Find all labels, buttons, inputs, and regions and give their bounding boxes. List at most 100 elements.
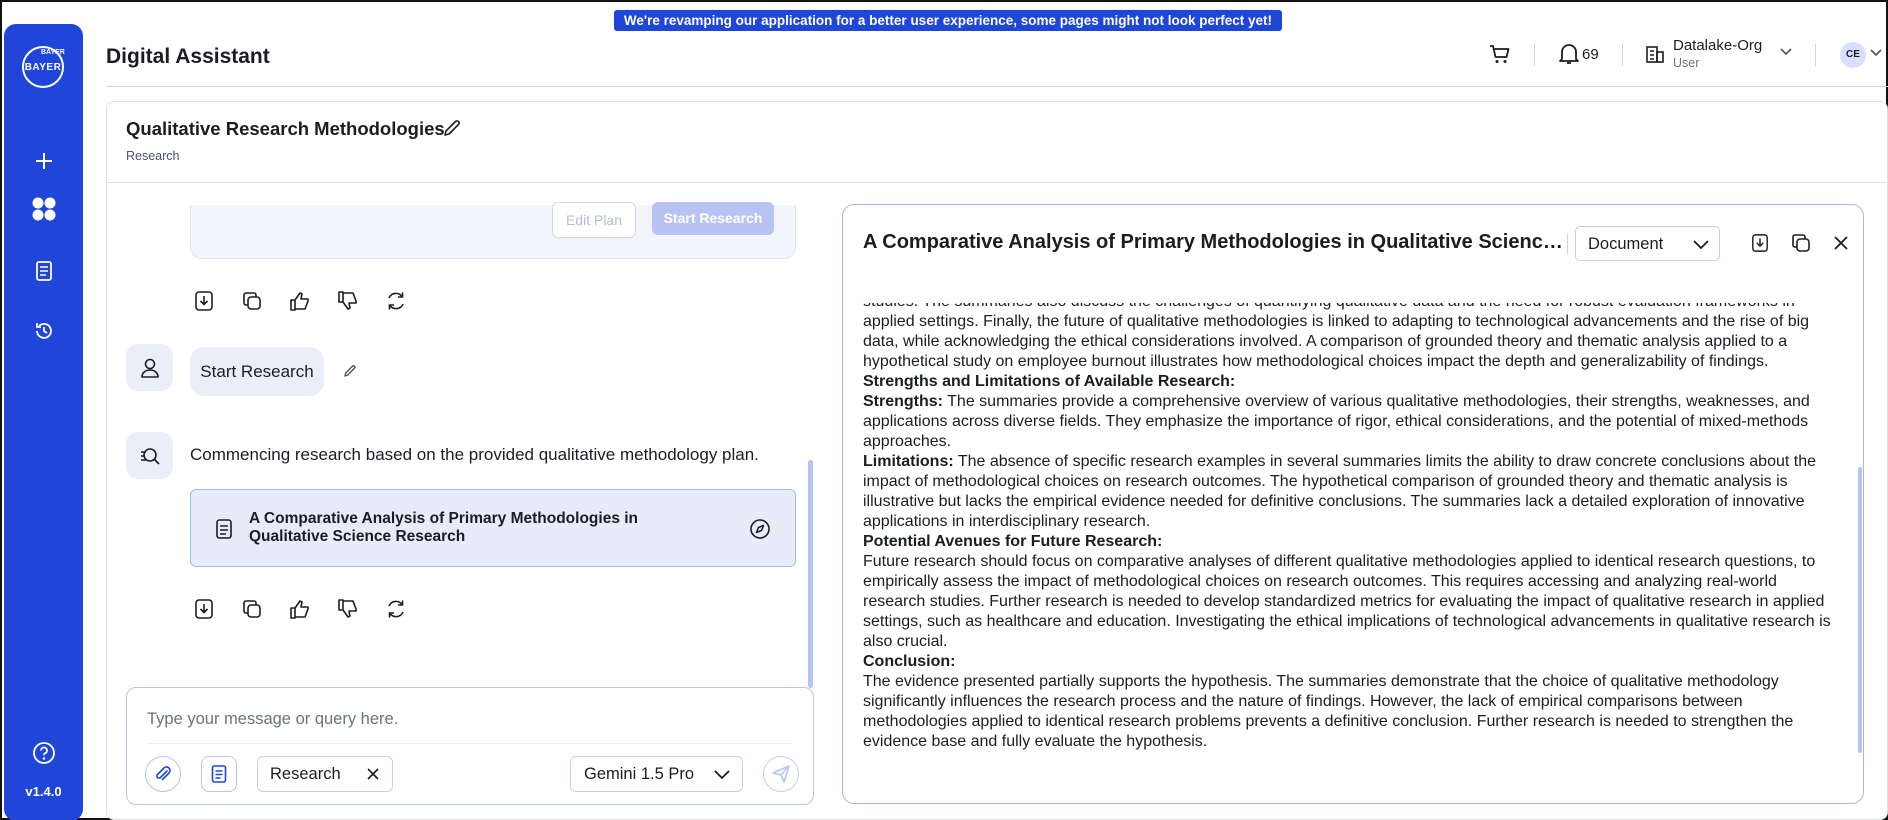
thumbs-up-button[interactable] xyxy=(288,289,312,313)
documents-button[interactable] xyxy=(31,258,57,284)
apps-grid-icon xyxy=(32,197,56,221)
message-composer: Research Gemini 1.5 Pro xyxy=(126,687,814,805)
copy-icon xyxy=(243,292,261,310)
conversation-title: Qualitative Research Methodologies xyxy=(126,118,445,139)
help-button[interactable] xyxy=(31,740,57,766)
thumbs-up-icon xyxy=(290,600,309,619)
announcement-banner: We're revamping our application for a be… xyxy=(614,10,1282,31)
download-button[interactable] xyxy=(192,597,216,621)
refresh-icon xyxy=(388,292,404,310)
copy-icon xyxy=(1792,234,1810,252)
close-icon xyxy=(1834,236,1848,250)
pencil-icon xyxy=(344,365,356,377)
cart-button[interactable] xyxy=(1488,42,1512,66)
limitations-label: Limitations: xyxy=(863,453,954,470)
close-panel-button[interactable] xyxy=(1833,235,1849,251)
notification-count: 69 xyxy=(1582,46,1599,63)
view-mode-value: Document xyxy=(1588,235,1664,253)
org-name[interactable]: Datalake-Org xyxy=(1673,37,1762,54)
bell-icon xyxy=(1559,44,1579,64)
toolbar-divider xyxy=(1567,233,1568,255)
app-version: v1.4.0 xyxy=(25,784,62,799)
copy-button[interactable] xyxy=(240,289,264,313)
copy-button[interactable] xyxy=(240,597,264,621)
header-divider xyxy=(1622,44,1623,66)
message-input[interactable] xyxy=(147,710,787,729)
section-heading: Potential Avenues for Future Research: xyxy=(863,533,1163,550)
document-title: A Comparative Analysis of Primary Method… xyxy=(863,231,1563,253)
model-select[interactable]: Gemini 1.5 Pro xyxy=(570,756,743,792)
thumbs-down-icon xyxy=(338,599,357,618)
strengths-label: Strengths: xyxy=(863,393,943,410)
download-document-button[interactable] xyxy=(1751,233,1769,253)
document-picker-button[interactable] xyxy=(201,756,237,792)
edit-title-button[interactable] xyxy=(442,118,462,138)
notifications-button[interactable] xyxy=(1558,42,1580,66)
mode-chip[interactable]: Research xyxy=(257,756,393,792)
limitations-text: The absence of specific research example… xyxy=(863,453,1817,530)
header-divider xyxy=(1815,44,1816,66)
history-button[interactable] xyxy=(31,318,57,344)
user-icon xyxy=(140,358,159,378)
bayer-logo[interactable]: BAYER BAYER xyxy=(22,46,65,88)
copy-document-button[interactable] xyxy=(1791,233,1811,253)
send-icon xyxy=(772,765,790,783)
document-paragraph: Strengths: The summaries provide a compr… xyxy=(863,392,1843,452)
thumbs-down-button[interactable] xyxy=(336,289,360,313)
document-icon xyxy=(215,519,233,539)
refresh-icon xyxy=(388,600,404,618)
document-heading: Strengths and Limitations of Available R… xyxy=(863,372,1843,392)
new-chat-button[interactable] xyxy=(31,148,57,174)
document-card[interactable]: A Comparative Analysis of Primary Method… xyxy=(190,489,796,567)
section-heading: Conclusion: xyxy=(863,653,956,670)
start-research-button[interactable]: Start Research xyxy=(652,202,774,235)
model-select-value: Gemini 1.5 Pro xyxy=(584,765,695,783)
view-mode-select[interactable]: Document xyxy=(1575,226,1720,261)
chevron-down-icon[interactable] xyxy=(1869,48,1883,58)
header-divider xyxy=(1534,44,1535,66)
help-icon xyxy=(33,742,55,764)
org-role: User xyxy=(1673,56,1700,70)
edit-plan-button[interactable]: Edit Plan xyxy=(552,202,636,238)
document-paragraph: Future research should focus on comparat… xyxy=(863,553,1831,650)
user-message-avatar xyxy=(126,344,173,391)
thumbs-down-button[interactable] xyxy=(336,597,360,621)
thumbs-up-button[interactable] xyxy=(288,597,312,621)
chat-scrollbar[interactable] xyxy=(808,460,813,688)
document-paragraph: studies. The summaries also discuss the … xyxy=(863,303,1810,370)
message-actions xyxy=(192,289,408,313)
document-heading: Conclusion: xyxy=(863,652,1843,672)
close-icon[interactable] xyxy=(366,767,380,781)
user-avatar[interactable]: CE xyxy=(1840,42,1866,68)
document-heading: Potential Avenues for Future Research: xyxy=(863,532,1843,552)
apps-button[interactable] xyxy=(31,196,57,222)
regenerate-button[interactable] xyxy=(384,289,408,313)
mode-chip-label: Research xyxy=(270,765,341,783)
document-panel: A Comparative Analysis of Primary Method… xyxy=(842,204,1864,804)
conversation-category: Research xyxy=(126,149,180,163)
attach-button[interactable] xyxy=(145,756,181,792)
compass-icon xyxy=(750,519,770,539)
thumbs-up-icon xyxy=(290,292,309,311)
chevron-down-icon[interactable] xyxy=(1779,47,1793,57)
plus-icon xyxy=(36,153,52,169)
document-paragraph: The evidence presented partially support… xyxy=(863,673,1794,750)
header-divider-line xyxy=(106,86,1888,87)
message-actions xyxy=(192,597,408,621)
assistant-message: Commencing research based on the provide… xyxy=(190,445,759,464)
edit-message-button[interactable] xyxy=(343,364,357,378)
regenerate-button[interactable] xyxy=(384,597,408,621)
document-card-title: A Comparative Analysis of Primary Method… xyxy=(249,510,639,545)
cart-icon xyxy=(1490,45,1510,63)
chevron-down-icon xyxy=(713,769,731,781)
sidebar: BAYER BAYER v1.4.0 xyxy=(4,24,83,820)
assistant-avatar xyxy=(126,432,173,479)
download-button[interactable] xyxy=(192,289,216,313)
open-document-button[interactable] xyxy=(749,518,771,540)
send-button[interactable] xyxy=(763,756,799,792)
strengths-text: The summaries provide a comprehensive ov… xyxy=(863,393,1810,450)
thumbs-down-icon xyxy=(338,291,357,310)
card-divider xyxy=(107,182,1887,183)
document-scrollbar[interactable] xyxy=(1858,467,1862,753)
download-icon xyxy=(1752,234,1768,252)
